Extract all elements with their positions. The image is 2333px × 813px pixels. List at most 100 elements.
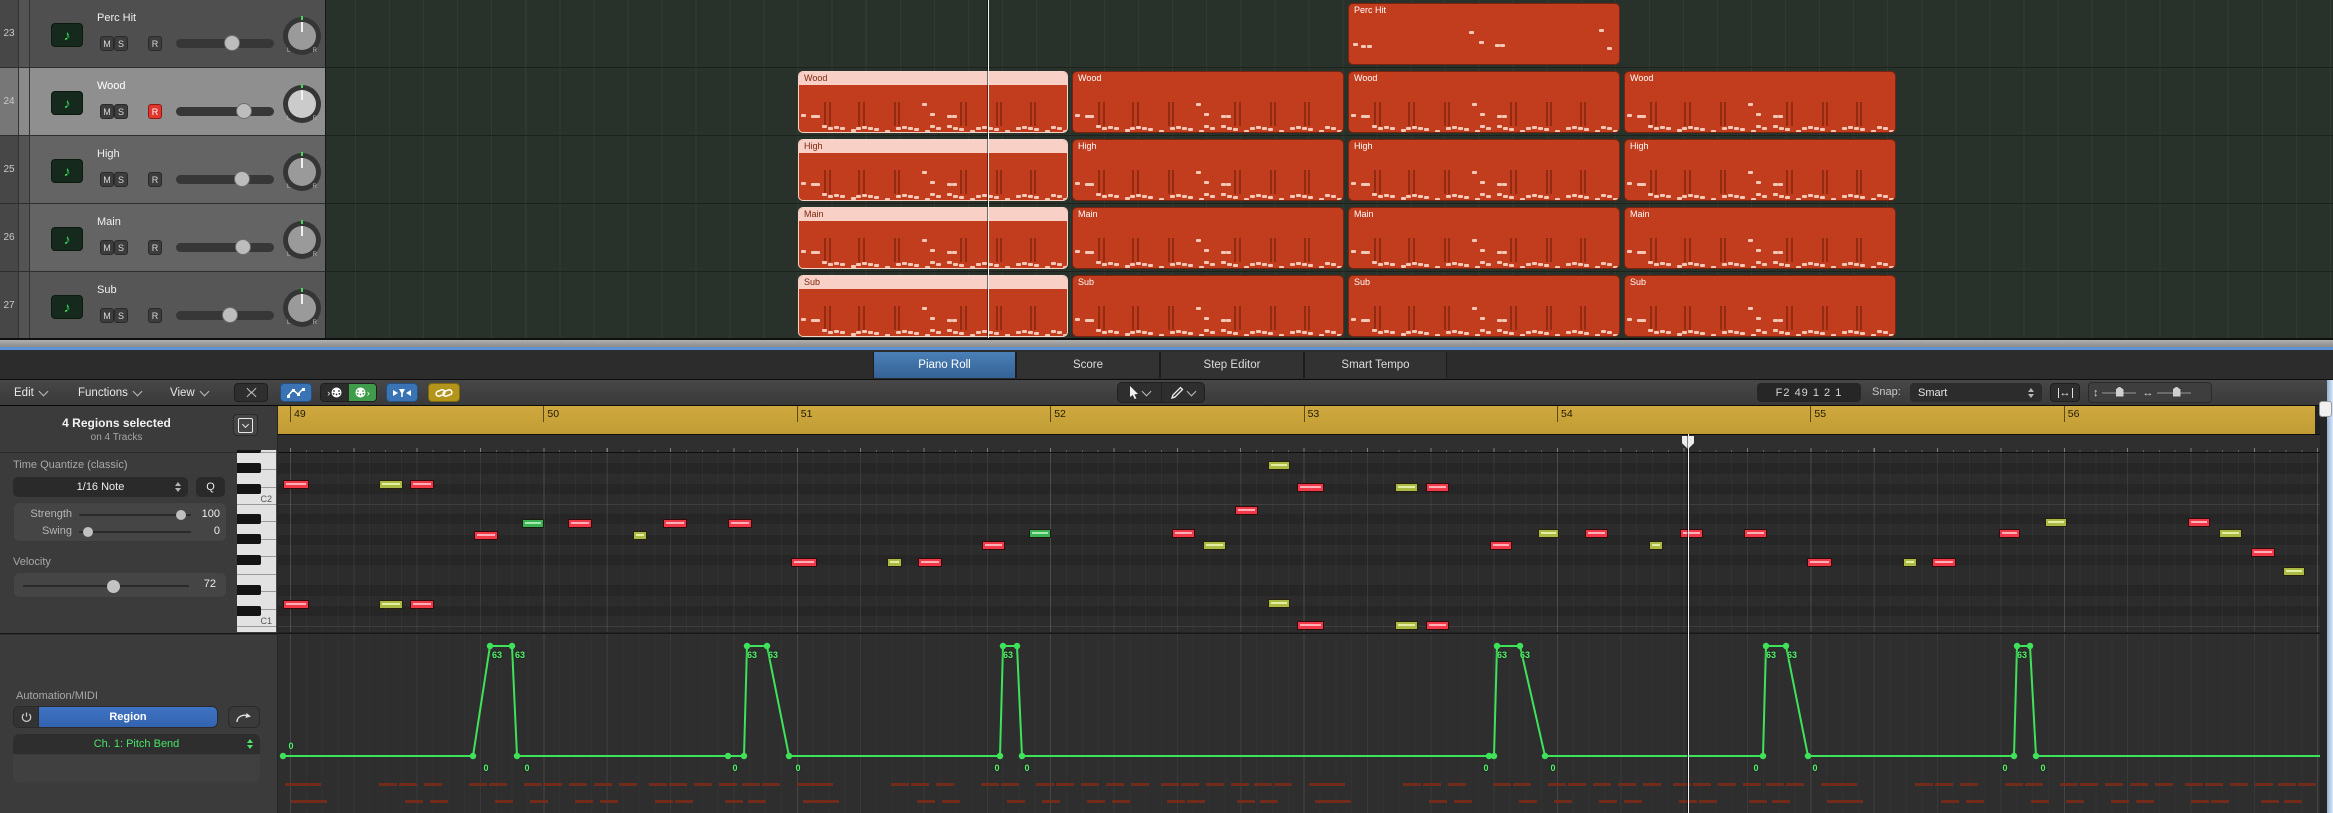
midi-region[interactable]: High	[798, 139, 1068, 201]
solo-button[interactable]: S	[114, 104, 128, 119]
midi-region[interactable]: Main	[1348, 207, 1620, 269]
automation-point[interactable]	[996, 752, 1004, 760]
velocity-slider[interactable]	[23, 580, 189, 593]
midi-note[interactable]	[791, 558, 817, 567]
solo-button[interactable]: S	[114, 308, 128, 323]
track-header[interactable]: 27 ♪ Sub M S R L R	[0, 272, 326, 338]
automation-point[interactable]	[486, 642, 494, 650]
midi-note[interactable]	[2283, 567, 2305, 576]
midi-note[interactable]	[1268, 461, 1290, 470]
track-header[interactable]: 23 ♪ Perc Hit M S R L R	[0, 0, 326, 68]
automation-point[interactable]	[2013, 642, 2021, 650]
volume-fader[interactable]	[176, 103, 274, 119]
midi-note[interactable]	[283, 480, 309, 489]
pan-knob[interactable]: LR	[283, 84, 321, 123]
automation-point[interactable]	[2032, 752, 2040, 760]
black-key[interactable]	[237, 606, 261, 616]
midi-region[interactable]: Main	[1072, 207, 1344, 269]
automation-point[interactable]	[1541, 752, 1549, 760]
midi-region[interactable]: Perc Hit	[1348, 3, 1620, 65]
midi-region[interactable]: Sub	[1348, 275, 1620, 337]
midi-note[interactable]	[1172, 529, 1195, 538]
midi-note[interactable]	[728, 519, 752, 528]
automation-point[interactable]	[1018, 752, 1026, 760]
pointer-tool-button[interactable]	[1118, 383, 1161, 402]
record-enable-button[interactable]: R	[148, 104, 162, 119]
black-key[interactable]	[237, 450, 261, 453]
midi-draw-button[interactable]	[280, 383, 312, 402]
midi-note[interactable]	[1807, 558, 1832, 567]
record-enable-button[interactable]: R	[148, 240, 162, 255]
midi-region[interactable]: High	[1348, 139, 1620, 201]
automation-point[interactable]	[1762, 642, 1770, 650]
midi-note[interactable]	[1932, 558, 1956, 567]
volume-fader[interactable]	[176, 307, 274, 323]
midi-region[interactable]: Wood	[1072, 71, 1344, 133]
menu-view[interactable]: View	[164, 380, 214, 405]
midi-region[interactable]: Wood	[1348, 71, 1620, 133]
piano-keyboard[interactable]: C2 C1	[237, 450, 277, 632]
window-splitter[interactable]	[0, 340, 2333, 347]
midi-note[interactable]	[410, 480, 434, 489]
volume-fader-thumb[interactable]	[224, 35, 240, 51]
bar-ruler[interactable]: 49 50 51 52 53 54 55 56	[278, 406, 2315, 434]
automation-point[interactable]	[2026, 642, 2034, 650]
track-header-body[interactable]: ♪ Main M S R L R	[30, 204, 326, 271]
solo-button[interactable]: S	[114, 240, 128, 255]
mute-button[interactable]: M	[100, 36, 114, 51]
midi-note[interactable]	[663, 519, 687, 528]
automation-point[interactable]	[763, 642, 771, 650]
midi-region[interactable]: Sub	[1072, 275, 1344, 337]
automation-point[interactable]	[743, 642, 751, 650]
midi-region[interactable]: Main	[798, 207, 1068, 269]
midi-note[interactable]	[1538, 529, 1559, 538]
midi-note[interactable]	[2045, 518, 2067, 527]
midi-note[interactable]	[1297, 483, 1324, 492]
black-key[interactable]	[237, 514, 261, 524]
midi-note[interactable]	[1680, 529, 1703, 538]
pencil-tool-button[interactable]	[1160, 383, 1205, 402]
pan-knob[interactable]: LR	[283, 152, 321, 191]
black-key[interactable]	[237, 484, 261, 494]
tab-piano-roll[interactable]: Piano Roll	[873, 352, 1016, 378]
midi-note[interactable]	[2188, 518, 2210, 527]
automation-point[interactable]	[724, 752, 732, 760]
midi-note[interactable]	[1649, 541, 1663, 550]
solo-button[interactable]: S	[114, 36, 128, 51]
automation-point[interactable]	[1759, 752, 1767, 760]
ruler-tick-strip[interactable]	[278, 434, 2320, 453]
auto-define-button[interactable]	[234, 383, 268, 402]
black-key[interactable]	[237, 585, 261, 595]
midi-in-button[interactable]: ›	[321, 384, 349, 401]
track-header[interactable]: 24 ♪ Wood M S R L R	[0, 68, 326, 136]
midi-note[interactable]	[1395, 483, 1418, 492]
record-enable-button[interactable]: R	[148, 36, 162, 51]
midi-region[interactable]: Sub	[1624, 275, 1896, 337]
midi-note[interactable]	[1029, 529, 1051, 538]
track-header-body[interactable]: ♪ High M S R L R	[30, 136, 326, 203]
midi-note[interactable]	[379, 480, 403, 489]
midi-note[interactable]	[1490, 541, 1512, 550]
midi-note[interactable]	[918, 558, 942, 567]
midi-note[interactable]	[1744, 529, 1767, 538]
record-enable-button[interactable]: R	[148, 172, 162, 187]
midi-note[interactable]	[2219, 529, 2242, 538]
menu-functions[interactable]: Functions	[72, 380, 147, 405]
track-header-body[interactable]: ♪ Sub M S R L R	[30, 272, 326, 338]
mute-button[interactable]: M	[100, 240, 114, 255]
volume-fader[interactable]	[176, 171, 274, 187]
midi-region[interactable]: Main	[1624, 207, 1896, 269]
midi-note[interactable]	[1903, 558, 1917, 567]
quantize-apply-button[interactable]: Q	[196, 477, 225, 497]
volume-fader-thumb[interactable]	[236, 103, 252, 119]
midi-region[interactable]: Wood	[798, 71, 1068, 133]
automation-point[interactable]	[279, 752, 287, 760]
midi-note[interactable]	[1235, 506, 1258, 515]
swing-slider[interactable]	[79, 527, 191, 537]
arrange-playhead[interactable]	[988, 0, 989, 338]
volume-fader-thumb[interactable]	[234, 171, 250, 187]
quantize-dropdown[interactable]: 1/16 Note	[13, 477, 188, 497]
midi-note[interactable]	[982, 541, 1005, 550]
horizontal-zoom-slider[interactable]	[2156, 386, 2191, 397]
midi-note[interactable]	[283, 600, 309, 609]
